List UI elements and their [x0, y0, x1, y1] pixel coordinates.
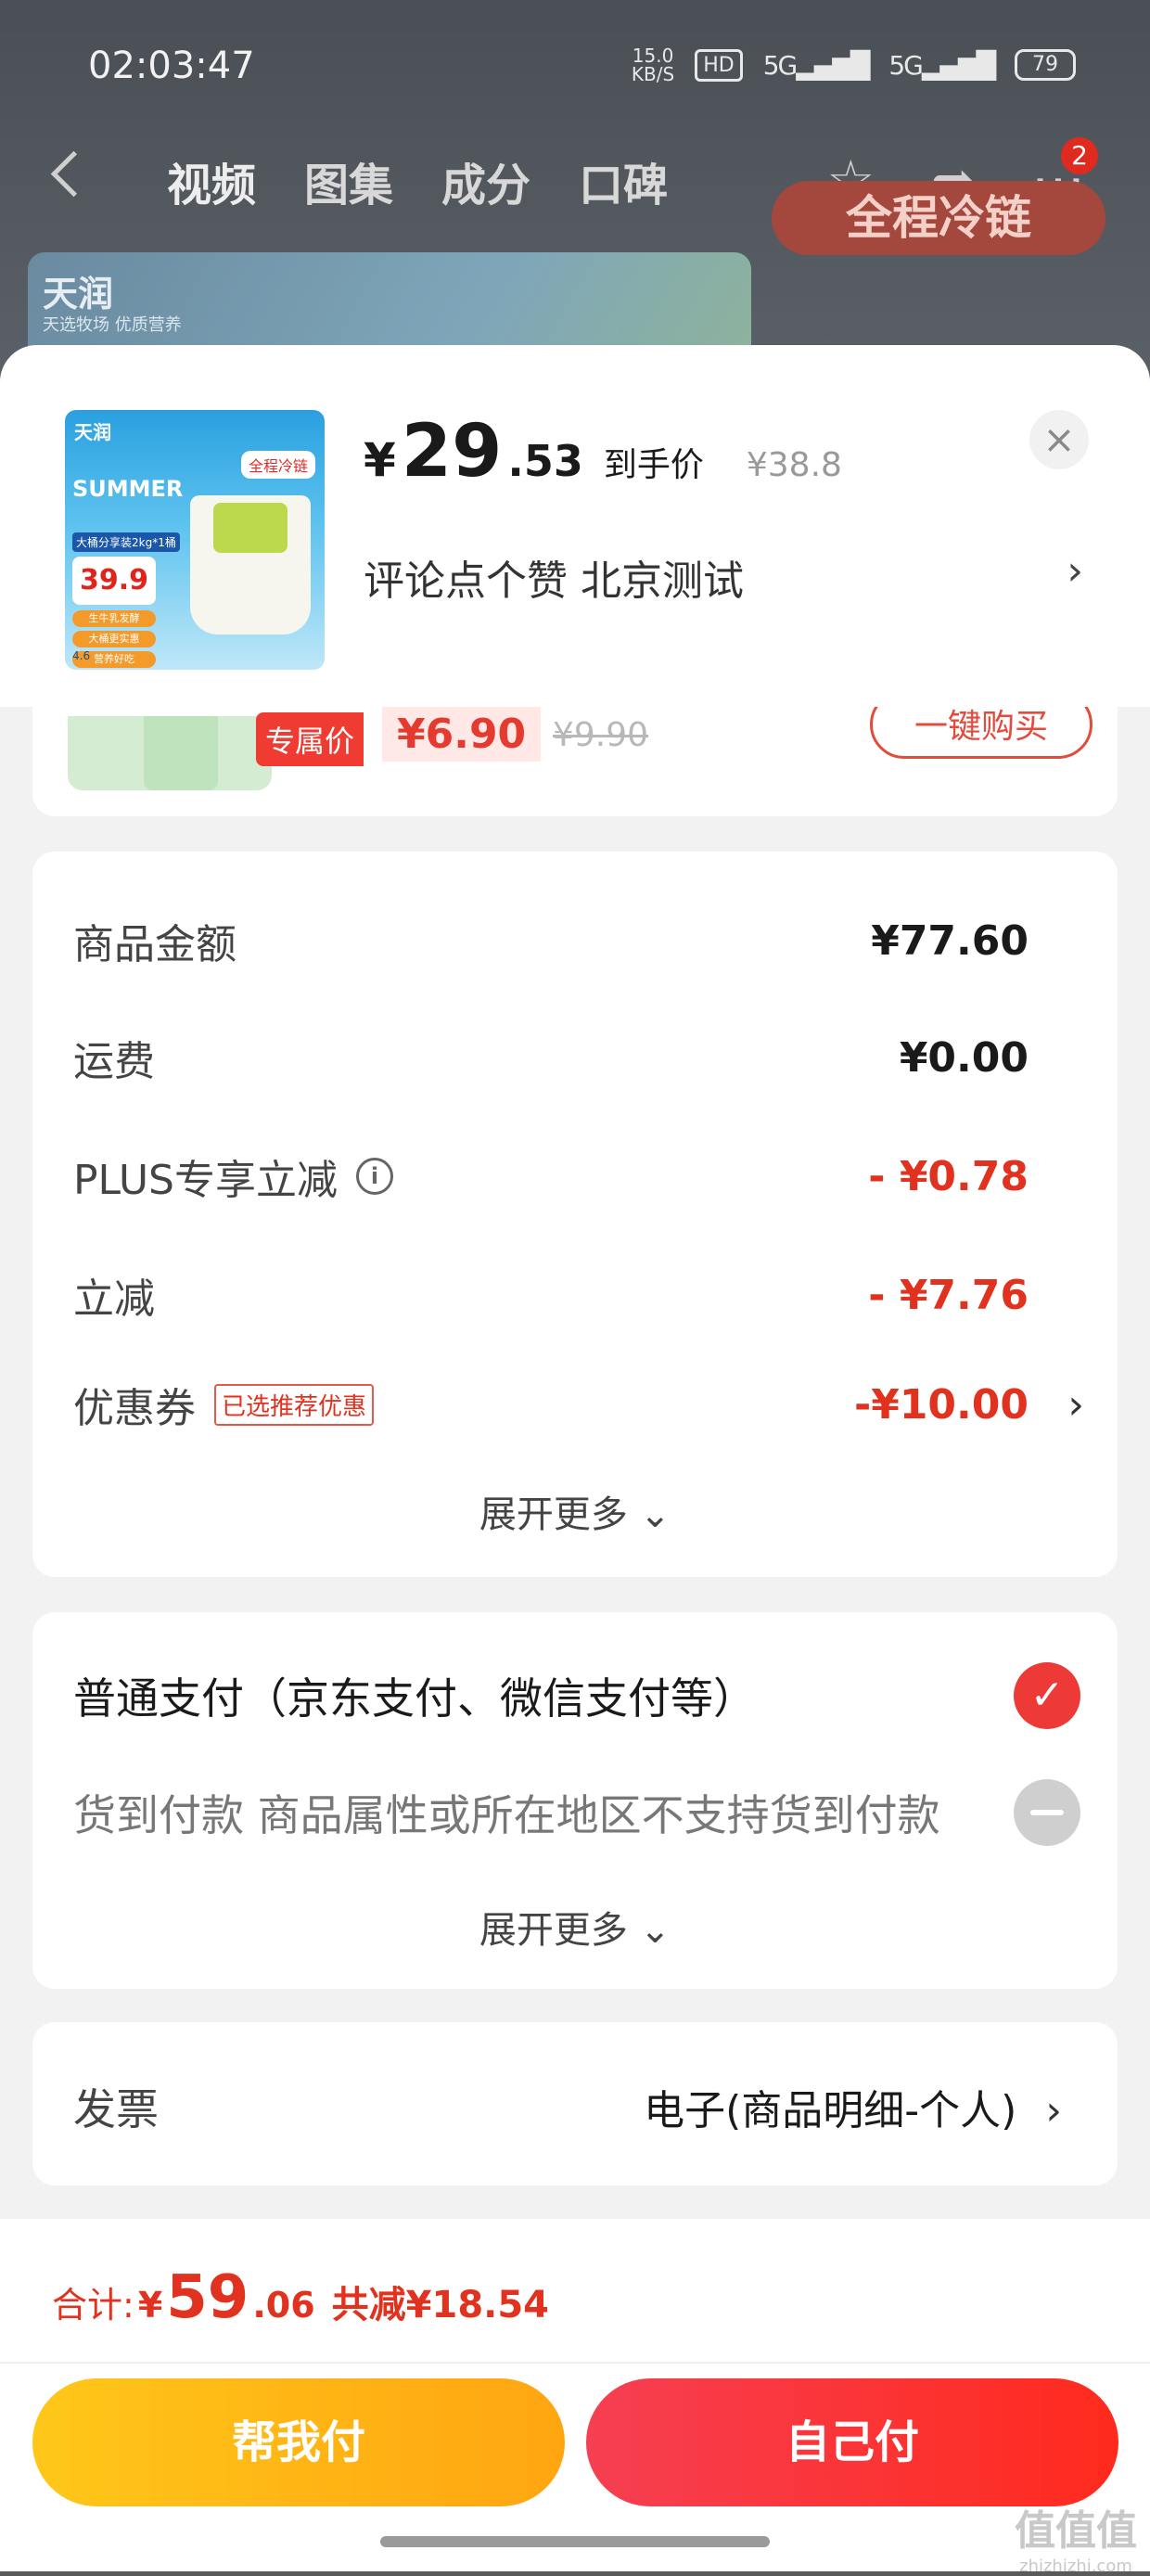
invoice-row[interactable]: 发票 电子(商品明细-个人) › [73, 2076, 1062, 2137]
order-total: 合计: ¥ 59 .06 共减¥18.54 [52, 2263, 550, 2332]
close-icon[interactable]: × [1029, 410, 1089, 469]
battery-icon: 79 [1015, 49, 1076, 81]
checkmark-icon[interactable]: ✓ [1014, 1662, 1080, 1729]
payment-method-card: 普通支付（京东支付、微信支付等） ✓ 货到付款 商品属性或所在地区不支持货到付款… [32, 1612, 1118, 1989]
invoice-label: 发票 [73, 2084, 159, 2134]
expand-more-payment[interactable]: 展开更多 ⌄ [32, 1900, 1118, 1954]
tab-gallery[interactable]: 图集 [304, 148, 393, 213]
row-instant-discount: 立减 - ¥7.76 [73, 1271, 1029, 1324]
row-coupon[interactable]: 优惠券 已选推荐优惠 -¥10.00 › [73, 1377, 1084, 1433]
home-indicator[interactable] [380, 2536, 770, 2547]
thumb-feature: 生牛乳发酵 [72, 610, 156, 627]
shipping-value: ¥0.00 [899, 1033, 1029, 1082]
thumb-rating: 4.6 [72, 649, 91, 662]
chevron-right-icon[interactable]: › [1067, 1381, 1084, 1429]
row-plus-discount: PLUS专享立减 i - ¥0.78 [73, 1152, 1029, 1205]
chevron-right-icon[interactable]: › [1067, 547, 1083, 595]
invoice-card[interactable]: 发票 电子(商品明细-个人) › [32, 2022, 1118, 2185]
price-label: 到手价 [603, 446, 704, 484]
thumb-title: SUMMER [72, 476, 184, 502]
nav-tabs: 视频 图集 成分 口碑 [167, 148, 668, 213]
status-bar: 02:03:47 15.0 KB/S HD 5G▂▄▆█ 5G▂▄▆█ 79 [0, 0, 1150, 139]
tab-reviews[interactable]: 口碑 [579, 148, 668, 213]
product-spec-selector[interactable]: 评论点个赞 北京测试 [364, 547, 744, 607]
product-thumbnail: 天润 全程冷链 SUMMER 大桶分享装2kg*1桶 39.9 生牛乳发酵 大桶… [65, 410, 325, 670]
payment-normal[interactable]: 普通支付（京东支付、微信支付等） ✓ [73, 1659, 1080, 1733]
thumb-feature: 大桶更实惠 [72, 631, 156, 647]
bottom-action-bar: 合计: ¥ 59 .06 共减¥18.54 帮我付 自己付 值值值 zhizhi… [0, 2219, 1150, 2576]
cart-badge: 2 [1061, 137, 1098, 174]
back-arrow-icon[interactable] [50, 150, 97, 198]
signal-icon: 5G▂▄▆█ [762, 49, 871, 81]
watermark-logo: 值值值 zhizhizhi.com [1015, 2507, 1137, 2576]
chevron-down-icon: ⌄ [639, 1493, 671, 1536]
self-pay-button[interactable]: 自己付 [586, 2378, 1118, 2506]
instant-discount-value: - ¥7.76 [868, 1271, 1029, 1319]
expand-more-amounts[interactable]: 展开更多 ⌄ [32, 1484, 1118, 1538]
yogurt-tub-label [213, 503, 288, 553]
invoice-value: 电子(商品明细-个人) [644, 2087, 1017, 2134]
hd-icon: HD [695, 48, 743, 82]
row-shipping: 运费 ¥0.00 [73, 1033, 1029, 1086]
tab-video[interactable]: 视频 [167, 148, 256, 213]
chevron-right-icon[interactable]: › [1045, 2087, 1062, 2134]
banner-brand-sub: 天选牧场 优质营养 [43, 315, 182, 335]
signal-icon-2: 5G▂▄▆█ [888, 49, 996, 81]
plus-discount-value: - ¥0.78 [868, 1152, 1029, 1200]
addon-original-price: ¥9.90 [553, 716, 649, 754]
disabled-icon [1014, 1779, 1080, 1846]
coupon-recommended-tag: 已选推荐优惠 [214, 1383, 375, 1426]
coupon-value: -¥10.00 [853, 1380, 1029, 1429]
network-speed: 15.0 KB/S [631, 45, 675, 85]
amount-breakdown-card: 商品金额 ¥77.60 运费 ¥0.00 PLUS专享立减 i - ¥0.78 … [32, 852, 1118, 1577]
thumb-desc: 大桶分享装2kg*1桶 [72, 532, 180, 552]
addon-thumbnail-2 [144, 716, 218, 790]
thumb-cold-chain-tag: 全程冷链 [240, 451, 315, 479]
original-price: ¥38.8 [746, 446, 842, 484]
row-item-amount: 商品金额 ¥77.60 [73, 916, 1029, 969]
cold-chain-promo: 全程冷链 [772, 181, 1105, 255]
product-price: ¥ 29 .53 到手价 ¥38.8 [364, 410, 842, 493]
item-amount-value: ¥77.60 [871, 916, 1029, 965]
exclusive-price-label: 专属价 [256, 712, 364, 766]
banner-brand: 天润 [43, 274, 114, 314]
divider [0, 2362, 1150, 2364]
thumb-price: 39.9 [72, 557, 156, 605]
exclusive-price: ¥6.90 [382, 707, 542, 762]
background-page: 02:03:47 15.0 KB/S HD 5G▂▄▆█ 5G▂▄▆█ 79 视… [0, 0, 1150, 391]
tab-ingredients[interactable]: 成分 [441, 148, 530, 213]
thumb-brand: 天润 [74, 421, 111, 443]
info-icon[interactable]: i [356, 1158, 393, 1195]
status-icons: 15.0 KB/S HD 5G▂▄▆█ 5G▂▄▆█ 79 [632, 46, 1076, 83]
chevron-down-icon: ⌄ [639, 1909, 671, 1952]
total-savings: 共减¥18.54 [331, 2284, 550, 2326]
help-pay-button[interactable]: 帮我付 [32, 2378, 565, 2506]
payment-cod: 货到付款 商品属性或所在地区不支持货到付款 [73, 1775, 1080, 1850]
product-summary: 天润 全程冷链 SUMMER 大桶分享装2kg*1桶 39.9 生牛乳发酵 大桶… [0, 345, 1150, 707]
status-time: 02:03:47 [88, 45, 255, 87]
